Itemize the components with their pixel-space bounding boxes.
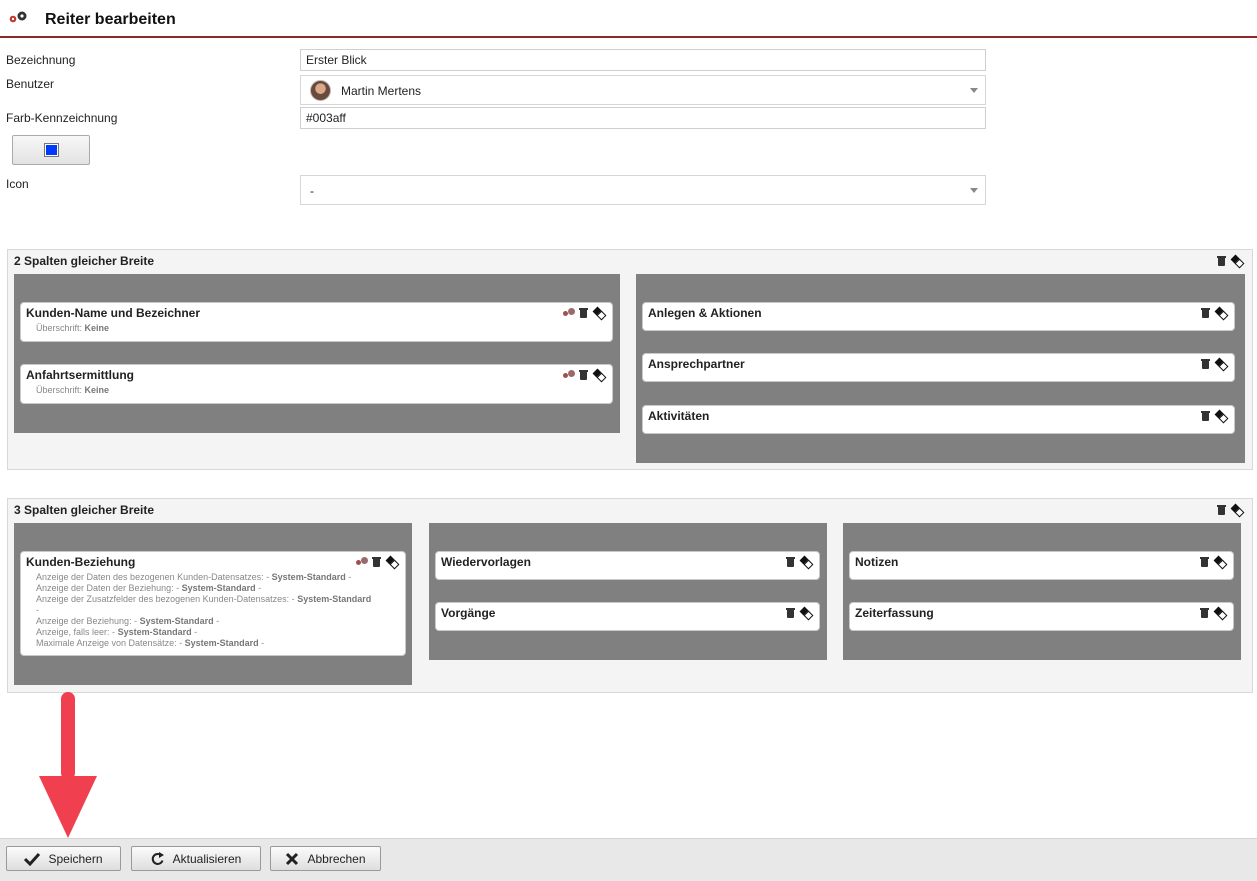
edit-icon[interactable] <box>592 306 604 318</box>
farbe-label: Farb-Kennzeichnung <box>6 111 118 125</box>
check-icon <box>24 852 41 866</box>
widget-card[interactable]: Anfahrtsermittlung Überschrift: Keine <box>20 364 613 404</box>
delete-icon[interactable] <box>1201 307 1210 318</box>
benutzer-select[interactable]: Martin Mertens <box>300 75 986 105</box>
layout-column: Kunden-Name und Bezeichner Überschrift: … <box>14 274 620 433</box>
widget-title: Ansprechpartner <box>648 357 745 371</box>
save-button-label: Speichern <box>48 851 103 866</box>
widget-card[interactable]: Zeiterfassung <box>849 602 1234 631</box>
settings-icon[interactable] <box>356 556 368 566</box>
chevron-down-icon <box>970 188 978 193</box>
page-header: Reiter bearbeiten <box>0 0 1257 38</box>
delete-icon[interactable] <box>372 556 381 567</box>
widget-title: Aktivitäten <box>648 409 710 423</box>
widget-title: Anlegen & Aktionen <box>648 306 762 320</box>
widget-detail-line: Anzeige der Beziehung: - System-Standard… <box>36 616 220 626</box>
delete-icon[interactable] <box>786 607 795 618</box>
edit-icon[interactable] <box>1213 606 1225 618</box>
cancel-button-label: Abbrechen <box>307 851 366 866</box>
icon-value: - <box>310 184 314 198</box>
delete-icon[interactable] <box>1201 358 1210 369</box>
color-picker-button[interactable] <box>12 135 90 165</box>
footer-toolbar: Speichern Aktualisieren Abbrechen <box>0 838 1257 881</box>
edit-icon[interactable] <box>1214 357 1226 369</box>
edit-icon[interactable] <box>799 606 811 618</box>
widget-title: Wiedervorlagen <box>441 555 531 569</box>
delete-icon[interactable] <box>786 556 795 567</box>
layout-section-2col: 2 Spalten gleicher Breite Kunden-Name un… <box>7 249 1253 470</box>
widget-card[interactable]: Aktivitäten <box>642 405 1235 434</box>
avatar <box>310 80 331 101</box>
edit-icon[interactable] <box>1214 306 1226 318</box>
settings-icon[interactable] <box>563 307 575 317</box>
widget-card[interactable]: Vorgänge <box>435 602 820 631</box>
bezeichnung-input[interactable]: Erster Blick <box>300 49 986 71</box>
widget-title: Zeiterfassung <box>855 606 934 620</box>
widget-title: Vorgänge <box>441 606 496 620</box>
delete-icon[interactable] <box>579 369 588 380</box>
cancel-button[interactable]: Abbrechen <box>270 846 381 871</box>
edit-icon[interactable] <box>1214 409 1226 421</box>
delete-icon[interactable] <box>1217 255 1226 266</box>
section-title: 3 Spalten gleicher Breite <box>14 503 155 517</box>
gears-icon <box>9 11 27 23</box>
widget-detail-line: Anzeige, falls leer: - System-Standard - <box>36 627 198 637</box>
icon-select[interactable]: - <box>300 175 986 205</box>
benutzer-label: Benutzer <box>6 77 55 91</box>
layout-section-3col: 3 Spalten gleicher Breite Kunden-Beziehu… <box>7 498 1253 693</box>
widget-card[interactable]: Kunden-Beziehung Anzeige der Daten des b… <box>20 551 406 656</box>
icon-label: Icon <box>6 177 29 191</box>
delete-icon[interactable] <box>579 307 588 318</box>
refresh-icon <box>151 851 164 865</box>
layout-column: Wiedervorlagen Vorgänge <box>429 523 827 660</box>
widget-title: Notizen <box>855 555 899 569</box>
widget-card[interactable]: Anlegen & Aktionen <box>642 302 1235 331</box>
settings-icon[interactable] <box>563 369 575 379</box>
widget-detail-line: Anzeige der Zusatzfelder des bezogenen K… <box>36 594 372 604</box>
delete-icon[interactable] <box>1217 504 1226 515</box>
arrow-down-icon <box>39 692 97 838</box>
widget-title: Anfahrtsermittlung <box>26 368 134 382</box>
delete-icon[interactable] <box>1200 556 1209 567</box>
section-title: 2 Spalten gleicher Breite <box>14 254 155 268</box>
widget-card[interactable]: Kunden-Name und Bezeichner Überschrift: … <box>20 302 613 342</box>
color-swatch-icon <box>44 143 59 157</box>
close-icon <box>286 852 299 865</box>
widget-card[interactable]: Ansprechpartner <box>642 353 1235 382</box>
delete-icon[interactable] <box>1201 410 1210 421</box>
edit-icon[interactable] <box>592 368 604 380</box>
refresh-button-label: Aktualisieren <box>172 851 242 866</box>
chevron-down-icon <box>970 88 978 93</box>
widget-title: Kunden-Name und Bezeichner <box>26 306 201 320</box>
save-button[interactable]: Speichern <box>6 846 121 871</box>
edit-icon[interactable] <box>799 555 811 567</box>
edit-icon[interactable] <box>1213 555 1225 567</box>
edit-icon[interactable] <box>1230 503 1242 515</box>
widget-detail-line: - <box>36 605 39 615</box>
widget-detail-line: Anzeige der Daten der Beziehung: - Syste… <box>36 583 262 593</box>
benutzer-value: Martin Mertens <box>341 84 422 98</box>
delete-icon[interactable] <box>1200 607 1209 618</box>
layout-column: Notizen Zeiterfassung <box>843 523 1241 660</box>
edit-icon[interactable] <box>385 555 397 567</box>
layout-column: Anlegen & Aktionen Ansprechpartner Aktiv… <box>636 274 1245 463</box>
widget-card[interactable]: Wiedervorlagen <box>435 551 820 580</box>
widget-title: Kunden-Beziehung <box>26 555 136 569</box>
bezeichnung-label: Bezeichnung <box>6 53 76 67</box>
edit-icon[interactable] <box>1230 254 1242 266</box>
widget-detail-line: Anzeige der Daten des bezogenen Kunden-D… <box>36 572 352 582</box>
widget-detail-line: Maximale Anzeige von Datensätze: - Syste… <box>36 638 265 648</box>
page-title: Reiter bearbeiten <box>45 11 176 28</box>
widget-subtitle: Überschrift: Keine <box>36 385 110 395</box>
farbe-input[interactable]: #003aff <box>300 107 986 129</box>
refresh-button[interactable]: Aktualisieren <box>131 846 261 871</box>
layout-column: Kunden-Beziehung Anzeige der Daten des b… <box>14 523 412 685</box>
widget-subtitle: Überschrift: Keine <box>36 323 110 333</box>
widget-card[interactable]: Notizen <box>849 551 1234 580</box>
